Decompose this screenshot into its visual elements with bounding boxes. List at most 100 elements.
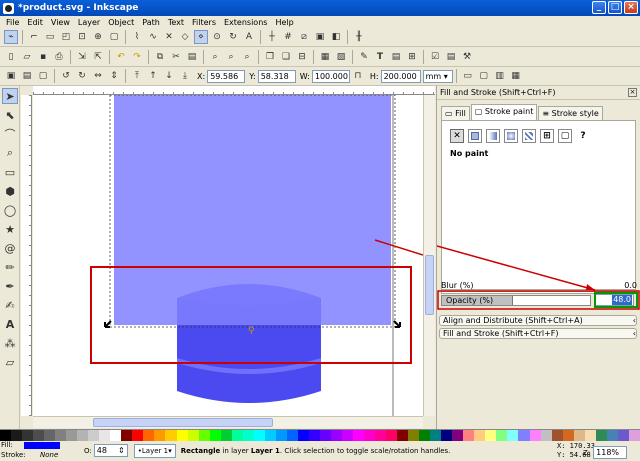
maximize-button[interactable]: □ [608, 1, 622, 14]
drawing-canvas[interactable]: ⚲ [33, 95, 423, 416]
no-paint-button[interactable]: ✕ [450, 129, 464, 143]
snap-guides-icon[interactable]: ╫ [352, 30, 366, 44]
snap-center-icon[interactable]: ⊙ [210, 30, 224, 44]
ellipse-tool-icon[interactable]: ◯ [2, 202, 18, 218]
spiral-tool-icon[interactable]: @ [2, 240, 18, 256]
new-document-icon[interactable]: ▯ [4, 50, 18, 64]
fill-stroke-panel[interactable]: Fill and Stroke (Shift+Ctrl+F) ‹ [439, 328, 637, 339]
blur-value[interactable]: 0.0 [624, 281, 637, 290]
paste-icon[interactable]: ▤ [185, 50, 199, 64]
export-icon[interactable]: ⇱ [91, 50, 105, 64]
vertical-scroll-thumb[interactable] [425, 255, 434, 315]
x-field[interactable]: 59.586 [207, 69, 246, 83]
select-all-icon[interactable]: ▣ [4, 69, 18, 83]
snap-bbox-corner-icon[interactable]: ◰ [59, 30, 73, 44]
tab-fill[interactable]: ▭ Fill [441, 106, 470, 120]
unknown-paint-button[interactable]: ? [576, 129, 590, 143]
print-icon[interactable]: ⎙ [52, 50, 66, 64]
horizontal-scroll-thumb[interactable] [93, 418, 273, 427]
layer-select[interactable]: •Layer 1 ▾ [133, 443, 176, 458]
eraser-tool-icon[interactable]: ▱ [2, 354, 18, 370]
flip-horizontal-icon[interactable]: ⇔ [91, 69, 105, 83]
transform-pattern-icon[interactable]: ▦ [509, 69, 523, 83]
dock-close-icon[interactable]: × [628, 88, 637, 97]
opacity-input[interactable]: 48.0 [594, 294, 634, 306]
clone-icon[interactable]: ❏ [279, 50, 293, 64]
rotate-cw-icon[interactable]: ↻ [75, 69, 89, 83]
unset-paint-button[interactable]: ▢ [558, 129, 572, 143]
unlink-clone-icon[interactable]: ⊟ [295, 50, 309, 64]
rotate-ccw-icon[interactable]: ↺ [59, 69, 73, 83]
snap-guide-icon[interactable]: ┼ [265, 30, 279, 44]
snap-bbox-center-icon[interactable]: ⊕ [91, 30, 105, 44]
snap-midpoint-icon[interactable]: ⋄ [194, 30, 208, 44]
redo-icon[interactable]: ↷ [130, 50, 144, 64]
flat-color-button[interactable] [468, 129, 482, 143]
snap-intersection-icon[interactable]: ✕ [162, 30, 176, 44]
menu-object[interactable]: Object [104, 18, 138, 27]
fill-swatch[interactable] [24, 442, 60, 449]
inkscape-preferences-icon[interactable]: ⚒ [460, 50, 474, 64]
menu-help[interactable]: Help [271, 18, 297, 27]
tweak-tool-icon[interactable]: ⌒ [2, 126, 18, 142]
pen-tool-icon[interactable]: ✒ [2, 278, 18, 294]
pencil-tool-icon[interactable]: ✏ [2, 259, 18, 275]
node-tool-icon[interactable]: ⬉ [2, 107, 18, 123]
preferences-icon[interactable]: ☑ [428, 50, 442, 64]
menu-extensions[interactable]: Extensions [220, 18, 271, 27]
pattern-button[interactable] [522, 129, 536, 143]
import-icon[interactable]: ⇲ [75, 50, 89, 64]
snap-bbox-mid-icon[interactable]: ⊡ [75, 30, 89, 44]
snap-nodes-icon[interactable]: ⌇ [130, 30, 144, 44]
text-tool-icon[interactable]: A [2, 316, 18, 332]
selected-rectangle[interactable] [114, 95, 391, 325]
tab-stroke-style[interactable]: ≡ Stroke style [538, 106, 603, 120]
xml-editor-icon[interactable]: ▤ [389, 50, 403, 64]
open-icon[interactable]: ▱ [20, 50, 34, 64]
spray-tool-icon[interactable]: ⁂ [2, 335, 18, 351]
fill-stroke-indicator[interactable]: Fill: Stroke: None [0, 440, 60, 461]
menu-layer[interactable]: Layer [74, 18, 104, 27]
zoom-selection-icon[interactable]: ⌕ [208, 50, 222, 64]
w-field[interactable]: 100.000 [311, 69, 350, 83]
menu-view[interactable]: View [47, 18, 74, 27]
transform-gradient-icon[interactable]: ▥ [493, 69, 507, 83]
snap-grid-icon[interactable]: # [281, 30, 295, 44]
menu-text[interactable]: Text [164, 18, 188, 27]
swatch-button[interactable]: ⊞ [540, 129, 554, 143]
calligraphy-tool-icon[interactable]: ✍ [2, 297, 18, 313]
scale-corners-icon[interactable]: ▢ [477, 69, 491, 83]
menu-path[interactable]: Path [138, 18, 164, 27]
raise-top-icon[interactable]: ⤒ [130, 69, 144, 83]
snap-others-icon[interactable]: ⧄ [297, 30, 311, 44]
text-font-icon[interactable]: T [373, 50, 387, 64]
save-icon[interactable]: ▪ [36, 50, 50, 64]
align-distribute-panel[interactable]: Align and Distribute (Shift+Ctrl+A) ‹ [439, 315, 637, 326]
h-field[interactable]: 200.000 [380, 69, 421, 83]
scale-stroke-icon[interactable]: ▭ [461, 69, 475, 83]
select-all-layers-icon[interactable]: ▤ [20, 69, 34, 83]
zoom-drawing-icon[interactable]: ⌕ [224, 50, 238, 64]
lower-bottom-icon[interactable]: ⤓ [178, 69, 192, 83]
snap-enable-icon[interactable]: ⌁ [4, 30, 18, 44]
copy-icon[interactable]: ⧉ [153, 50, 167, 64]
snap-text-baseline-icon[interactable]: A [242, 30, 256, 44]
lower-icon[interactable]: ↓ [162, 69, 176, 83]
star-tool-icon[interactable]: ★ [2, 221, 18, 237]
linear-gradient-button[interactable] [486, 129, 500, 143]
undo-icon[interactable]: ↶ [114, 50, 128, 64]
align-icon[interactable]: ⊞ [405, 50, 419, 64]
snap-bbox-edge-icon[interactable]: ▭ [43, 30, 57, 44]
select-tool-icon[interactable]: ➤ [2, 88, 18, 104]
fill-stroke-icon[interactable]: ✎ [357, 50, 371, 64]
zoom-tool-icon[interactable]: ⌕ [2, 145, 18, 161]
duplicate-icon[interactable]: ❐ [263, 50, 277, 64]
o-field[interactable]: 48 ⇕ [93, 444, 128, 457]
opacity-slider[interactable]: Opacity (%) [441, 294, 591, 306]
close-button[interactable]: × [624, 1, 638, 14]
menu-filters[interactable]: Filters [188, 18, 220, 27]
zoom-page-icon[interactable]: ⌕ [240, 50, 254, 64]
cut-icon[interactable]: ✂ [169, 50, 183, 64]
y-field[interactable]: 58.318 [257, 69, 296, 83]
box-3d-tool-icon[interactable]: ⬢ [2, 183, 18, 199]
